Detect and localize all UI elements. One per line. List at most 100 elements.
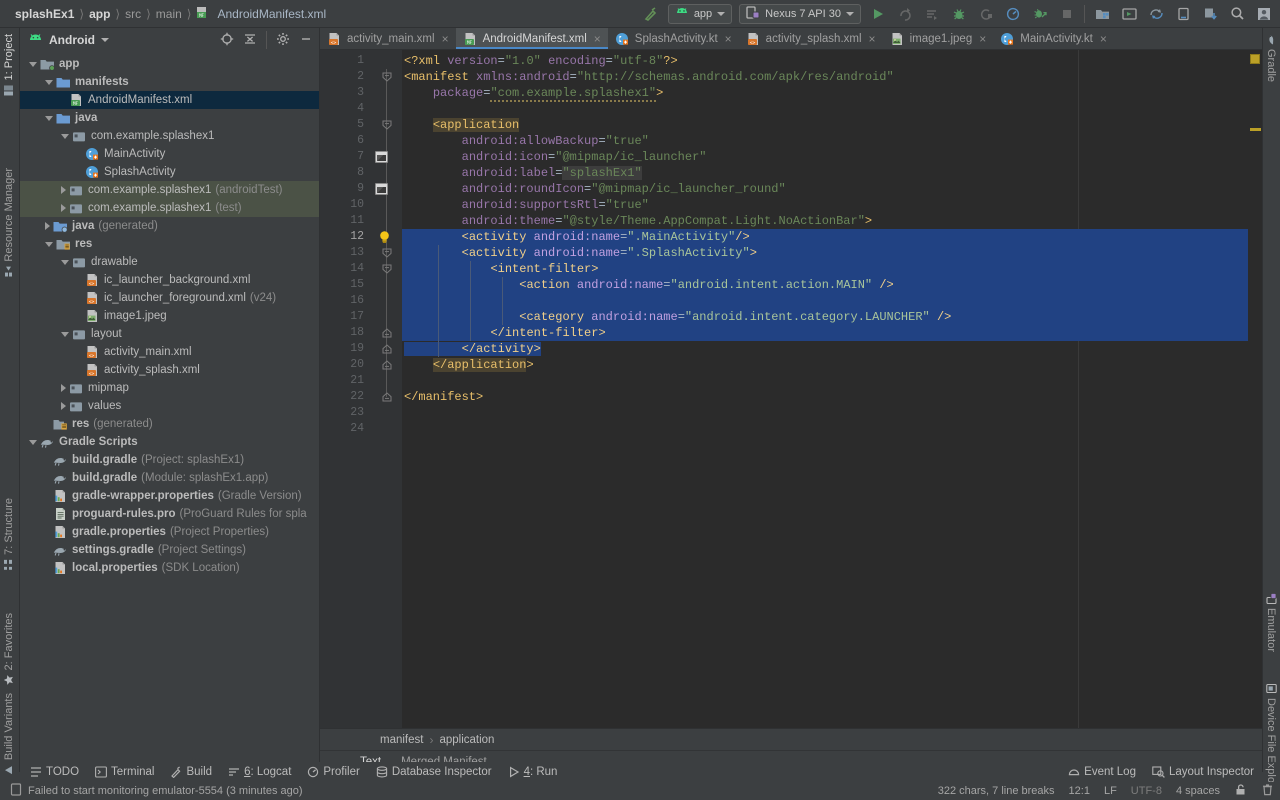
tree-node[interactable]: MainActivity (20, 145, 319, 163)
breadcrumb-project[interactable]: splashEx1 (10, 7, 79, 21)
expand-arrow-right-icon[interactable] (45, 222, 50, 230)
code-line[interactable]: android:roundIcon="@mipmap/ic_launcher_r… (402, 181, 1262, 197)
code-editor[interactable]: 1 2 3 4 5 6 7 8 9 10 11 12 13 14 15 16 17 18 19 20 21 22 23 24 … (320, 50, 1262, 728)
expand-arrow-down-icon[interactable] (61, 259, 69, 265)
line-number[interactable]: 9 (320, 181, 370, 197)
code-line[interactable]: android:supportsRtl="true" (402, 197, 1262, 213)
tree-node[interactable]: com.example.splashex1 (test) (20, 199, 319, 217)
rail-item-build-variants[interactable]: Build Variants (3, 693, 15, 775)
tree-node[interactable]: app (20, 55, 319, 73)
expand-arrow-down-icon[interactable] (29, 439, 37, 445)
line-number[interactable]: 23 (320, 405, 370, 421)
rail-item-gradle[interactable]: Gradle (1265, 34, 1277, 82)
project-view-selector-label[interactable]: Android (49, 33, 95, 47)
tool-window-button-1[interactable]: Terminal (95, 766, 154, 778)
error-stripe-rail[interactable] (1248, 50, 1262, 728)
editor-tab[interactable]: <> activity_splash.xml × (739, 28, 883, 49)
line-number[interactable]: 16 (320, 293, 370, 309)
rail-item-emulator[interactable]: Emulator (1265, 593, 1277, 652)
code-line[interactable]: android:label="splashEx1" (402, 165, 1262, 181)
line-number[interactable]: 8 (320, 165, 370, 181)
code-line[interactable] (402, 101, 1262, 117)
code-line[interactable]: <application (402, 117, 1262, 133)
status-encoding[interactable]: UTF-8 (1131, 785, 1162, 797)
tree-node[interactable]: layout (20, 325, 319, 343)
code-line[interactable]: android:theme="@style/Theme.AppCompat.Li… (402, 213, 1262, 229)
locate-icon[interactable] (220, 32, 234, 49)
tool-window-button-5[interactable]: Database Inspector (376, 766, 492, 778)
editor-tab[interactable]: MF AndroidManifest.xml × (455, 28, 608, 49)
code-line[interactable]: <intent-filter> (402, 261, 1262, 277)
profiler-icon[interactable] (1003, 4, 1023, 24)
fold-marker-icon[interactable] (381, 119, 392, 130)
tool-window-bar[interactable]: TODO Terminal Build 6: Logcat Profiler Databa… (20, 762, 1262, 782)
line-number[interactable]: 17 (320, 309, 370, 325)
tree-node[interactable]: <> ic_launcher_background.xml (20, 271, 319, 289)
expand-arrow-down-icon[interactable] (29, 61, 37, 67)
code-line[interactable]: </activity> (402, 341, 1262, 357)
line-number[interactable]: 18 (320, 325, 370, 341)
device-manager-icon[interactable] (1173, 4, 1193, 24)
line-number[interactable]: 19 (320, 341, 370, 357)
expand-arrow-right-icon[interactable] (61, 402, 66, 410)
expand-arrow-down-icon[interactable] (61, 331, 69, 337)
line-number[interactable]: 22 (320, 389, 370, 405)
lock-icon[interactable] (1234, 783, 1247, 799)
code-line[interactable]: <?xml version="1.0" encoding="utf-8"?> (402, 53, 1262, 69)
code-line[interactable]: <action android:name="android.intent.act… (402, 277, 1262, 293)
editor-tab[interactable]: MainActivity.kt × (993, 28, 1114, 49)
minimize-icon[interactable] (299, 32, 313, 49)
code-line[interactable]: android:allowBackup="true" (402, 133, 1262, 149)
gear-icon[interactable] (276, 32, 290, 49)
line-number[interactable]: 24 (320, 421, 370, 437)
line-number[interactable]: 12 (320, 229, 370, 245)
tree-node[interactable]: proguard-rules.pro (ProGuard Rules for sp… (20, 505, 319, 523)
chevron-down-icon[interactable] (101, 38, 109, 42)
line-number[interactable]: 15 (320, 277, 370, 293)
expand-arrow-right-icon[interactable] (61, 186, 66, 194)
tree-node[interactable]: manifests (20, 73, 319, 91)
tool-window-button-6[interactable]: 4: Run (508, 766, 557, 778)
line-number[interactable]: 7 (320, 149, 370, 165)
tool-window-button-4[interactable]: Profiler (307, 766, 360, 778)
breadcrumb-src[interactable]: src (120, 7, 146, 21)
tree-node[interactable]: <> activity_main.xml (20, 343, 319, 361)
tool-window-button-0[interactable]: TODO (30, 766, 79, 778)
fold-marker-icon[interactable] (381, 359, 392, 370)
expand-arrow-down-icon[interactable] (45, 115, 53, 121)
editor-tab-bar[interactable]: <> activity_main.xml × MF AndroidManifest.xm… (320, 28, 1262, 50)
expand-arrow-down-icon[interactable] (61, 133, 69, 139)
collapse-all-icon[interactable] (243, 32, 257, 49)
tree-node[interactable]: com.example.splashex1 (androidTest) (20, 181, 319, 199)
close-icon[interactable]: × (442, 32, 449, 46)
avd-manager-icon[interactable] (1119, 4, 1139, 24)
image-preview-gutter-icon[interactable] (375, 151, 388, 163)
tree-node[interactable]: <> ic_launcher_foreground.xml (v24) (20, 289, 319, 307)
debug-icon[interactable] (949, 4, 969, 24)
vcs-update-icon[interactable] (1200, 4, 1220, 24)
expand-arrow-right-icon[interactable] (61, 204, 66, 212)
code-line[interactable]: <activity android:name=".MainActivity"/> (402, 229, 1262, 245)
editor-tab[interactable]: SplashActivity.kt × (608, 28, 739, 49)
tool-window-button-2[interactable]: Build (170, 766, 212, 778)
tree-node[interactable]: res (20, 235, 319, 253)
tree-node[interactable]: Gradle Scripts (20, 433, 319, 451)
close-icon[interactable]: × (869, 32, 876, 46)
editor-tab[interactable]: <> activity_main.xml × (320, 28, 456, 49)
warning-stripe-marker[interactable] (1250, 128, 1261, 131)
account-icon[interactable] (1254, 4, 1274, 24)
tree-node[interactable]: settings.gradle (Project Settings) (20, 541, 319, 559)
trash-icon[interactable] (1261, 783, 1274, 799)
tree-node[interactable]: build.gradle (Project: splashEx1) (20, 451, 319, 469)
status-indent[interactable]: 4 spaces (1176, 785, 1220, 797)
expand-arrow-down-icon[interactable] (45, 241, 53, 247)
code-line[interactable]: <category android:name="android.intent.c… (402, 309, 1262, 325)
structure-crumb-application[interactable]: application (439, 734, 494, 746)
tree-node[interactable]: build.gradle (Module: splashEx1.app) (20, 469, 319, 487)
line-number[interactable]: 6 (320, 133, 370, 149)
rail-item-favorites[interactable]: 2: Favorites (3, 613, 15, 685)
annotation-gutter[interactable] (370, 50, 402, 728)
code-line[interactable]: <manifest xmlns:android="http://schemas.… (402, 69, 1262, 85)
breadcrumb-module[interactable]: app (84, 7, 115, 21)
hammer-icon[interactable] (641, 4, 661, 24)
